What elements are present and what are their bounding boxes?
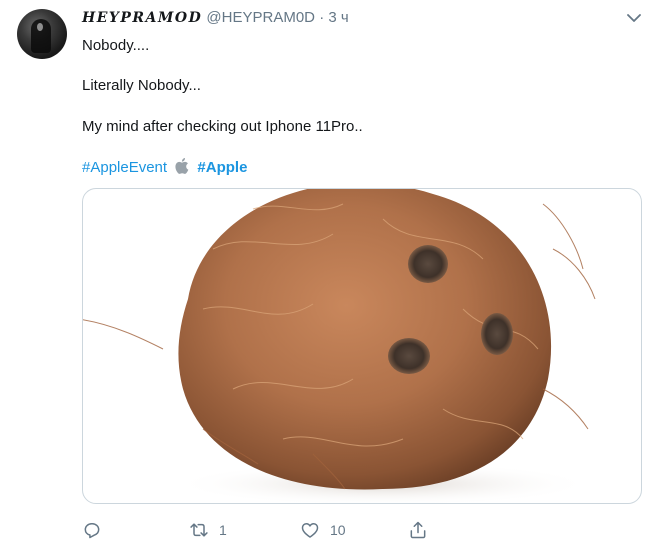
coconut-image (83, 189, 596, 503)
hashtag-appleevent[interactable]: #AppleEvent (82, 159, 167, 176)
timestamp[interactable]: 3 ч (328, 9, 348, 26)
avatar[interactable] (17, 9, 67, 59)
tweet-text-line-2: Literally Nobody... (82, 77, 201, 94)
display-name[interactable]: HEYPRAMOD (82, 10, 202, 26)
hashtags: #AppleEvent #Apple (82, 157, 247, 178)
share-button[interactable] (408, 518, 428, 542)
like-count: 10 (330, 522, 346, 538)
retweet-icon (190, 523, 208, 537)
tweet-media-image[interactable] (82, 188, 642, 504)
reply-button[interactable] (82, 518, 112, 542)
more-options-chevron-icon[interactable] (626, 12, 642, 24)
tweet-header: HEYPRAMOD @HEYPRAM0D · 3 ч (82, 8, 618, 28)
tweet-actions: 1 10 (82, 518, 642, 542)
tweet-text-line-3: My mind after checking out Iphone 11Pro.… (82, 118, 363, 135)
reply-icon (84, 523, 100, 539)
tweet-text-line-1: Nobody.... (82, 37, 150, 54)
hashtag-apple[interactable]: #Apple (197, 159, 247, 176)
like-button[interactable]: 10 (300, 518, 346, 542)
like-heart-icon (301, 523, 319, 538)
retweet-button[interactable]: 1 (189, 518, 227, 542)
retweet-count: 1 (219, 522, 227, 538)
user-handle[interactable]: @HEYPRAM0D (206, 9, 315, 26)
apple-logo-icon (175, 158, 189, 174)
separator-dot: · (319, 9, 325, 26)
share-icon (410, 521, 426, 539)
